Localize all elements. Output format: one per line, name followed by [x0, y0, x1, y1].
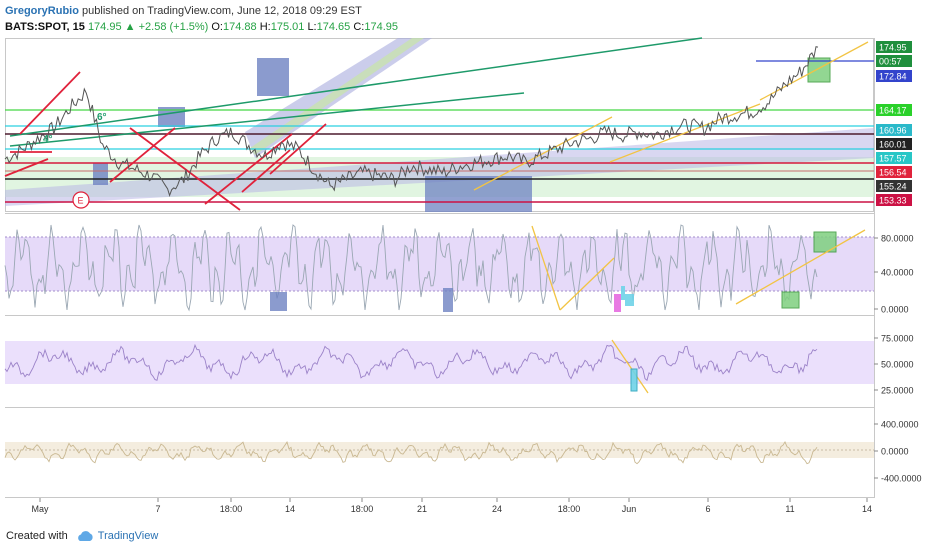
- footer: Created with TradingView: [6, 527, 158, 545]
- tradingview-link[interactable]: TradingView: [98, 527, 159, 545]
- created-with-text: Created with: [6, 530, 68, 542]
- stoch-pane: [4, 224, 874, 312]
- price-label: 174.95: [879, 43, 907, 53]
- rsi-pane: [4, 339, 874, 394]
- indicator-tick-label: 40.0000: [881, 268, 914, 278]
- price-label: 172.84: [879, 72, 907, 82]
- blue-box-bottom: [425, 176, 532, 212]
- time-tick-label: 6: [705, 504, 710, 514]
- time-tick-label: 11: [785, 504, 794, 514]
- time-tick-label: 14: [862, 504, 872, 514]
- price-label: 160.96: [879, 126, 907, 136]
- blue-box-left: [93, 163, 108, 185]
- time-tick-label: Jun: [622, 504, 637, 514]
- blue-box-top: [257, 58, 289, 96]
- price-label: 160.01: [879, 140, 907, 150]
- indicator-tick-label: -400.0000: [881, 474, 922, 484]
- time-tick-label: 7: [155, 504, 160, 514]
- angle-label-4: 4°: [43, 134, 53, 145]
- price-axis: 174.95 00:57 172.84 164.17 160.96 160.01 157.5…: [876, 41, 912, 206]
- time-tick-label: 21: [417, 504, 427, 514]
- indicator-tick-label: 400.0000: [881, 420, 919, 430]
- price-pane-drawings: E 6° 4°: [4, 37, 874, 212]
- chart-canvas[interactable]: E 6° 4° May 7 18:00 14 18:00 21 24 18:00…: [0, 0, 932, 550]
- rsi-band: [5, 341, 874, 384]
- price-label: 156.54: [879, 168, 907, 178]
- indicator-axes: 80.0000 40.0000 0.0000 75.0000 50.0000 25.000…: [874, 234, 922, 484]
- price-label: 164.17: [879, 106, 907, 116]
- angle-label-6: 6°: [97, 112, 107, 123]
- price-label: 157.57: [879, 154, 907, 164]
- osc-pane: [4, 441, 874, 465]
- time-tick-label: 24: [492, 504, 502, 514]
- price-label: 155.24: [879, 182, 907, 192]
- indicator-tick-label: 25.0000: [881, 386, 914, 396]
- indicator-tick-label: 80.0000: [881, 234, 914, 244]
- indicator-tick-label: 50.0000: [881, 360, 914, 370]
- rising-channel-inner: [250, 38, 424, 155]
- time-tick-label: 14: [285, 504, 295, 514]
- indicator-tick-label: 0.0000: [881, 447, 909, 457]
- time-axis: May 7 18:00 14 18:00 21 24 18:00 Jun 6 11 14: [31, 498, 872, 514]
- indicator-tick-label: 75.0000: [881, 334, 914, 344]
- price-label: 153.33: [879, 196, 907, 206]
- earnings-marker-label: E: [78, 196, 84, 206]
- indicator-tick-label: 0.0000: [881, 305, 909, 315]
- time-tick-label: May: [31, 504, 49, 514]
- price-label: 00:57: [879, 57, 902, 67]
- tradingview-cloud-icon: [77, 530, 93, 541]
- time-tick-label: 18:00: [220, 504, 243, 514]
- time-tick-label: 18:00: [351, 504, 374, 514]
- time-tick-label: 18:00: [558, 504, 581, 514]
